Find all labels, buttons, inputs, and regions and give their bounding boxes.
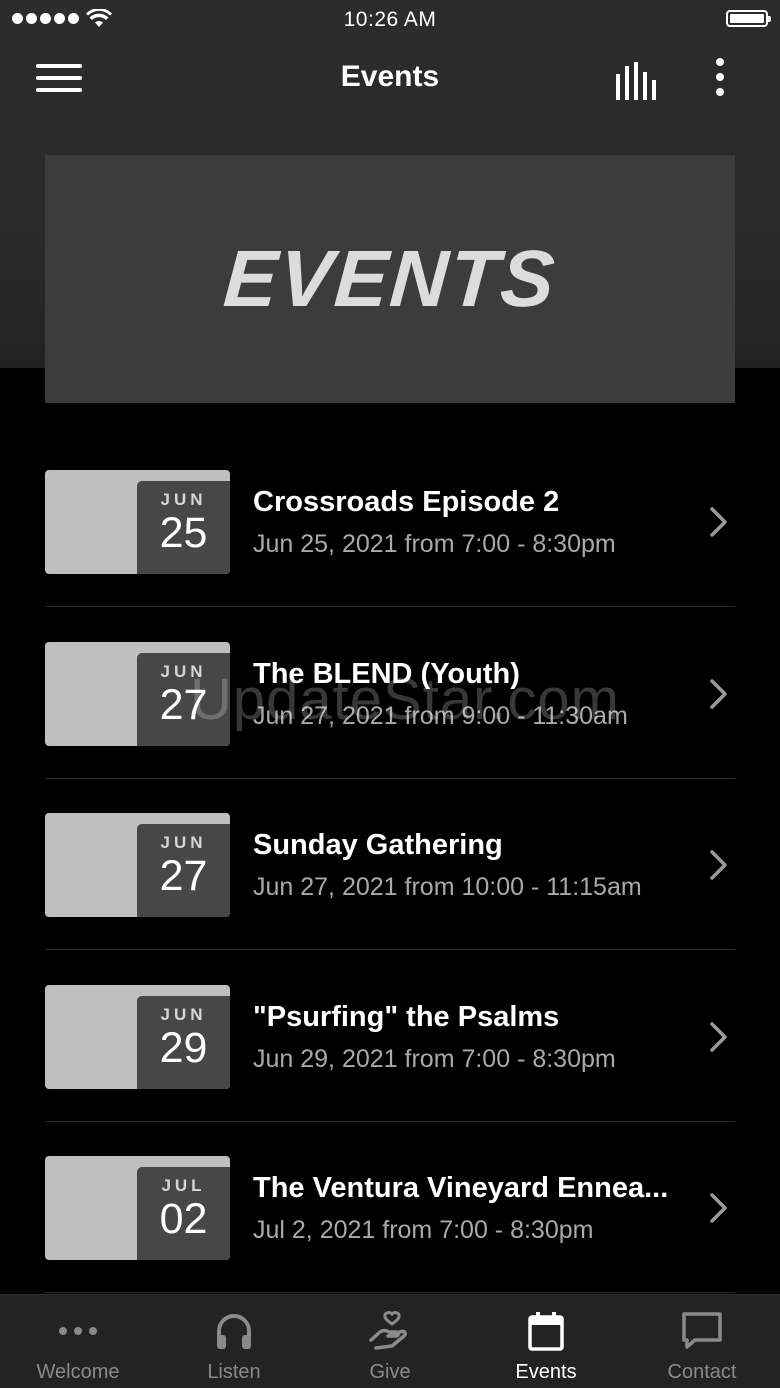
event-title: Sunday Gathering	[253, 829, 503, 861]
event-title: The Ventura Vineyard Ennea...	[253, 1172, 669, 1204]
hand-heart-icon	[369, 1311, 407, 1350]
event-row-ventura-vineyard[interactable]: JUL 02 The Ventura Vineyard Ennea... Jul…	[45, 1156, 735, 1260]
event-time: Jun 29, 2021 from 7:00 - 8:30pm	[253, 1045, 616, 1073]
event-thumbnail: JUN 27	[45, 813, 230, 917]
event-row-psurfing-psalms[interactable]: JUN 29 "Psurfing" the Psalms Jun 29, 202…	[45, 985, 735, 1089]
status-bar: 10:26 AM	[0, 0, 780, 40]
event-thumbnail: JUN 25	[45, 470, 230, 574]
tab-listen[interactable]: Listen	[156, 1295, 312, 1388]
event-row-crossroads[interactable]: JUN 25 Crossroads Episode 2 Jun 25, 2021…	[45, 470, 735, 574]
more-horizontal-icon	[59, 1327, 97, 1335]
banner-text: EVENTS	[220, 234, 560, 323]
event-title: Crossroads Episode 2	[253, 486, 560, 518]
tab-bar: Welcome Listen Give Events Contact	[0, 1294, 780, 1388]
calendar-icon	[528, 1312, 564, 1351]
tab-give[interactable]: Give	[312, 1295, 468, 1388]
date-month: JUN	[160, 833, 207, 852]
event-time: Jun 27, 2021 from 10:00 - 11:15am	[253, 873, 642, 901]
date-badge: JUN 25	[137, 481, 230, 574]
date-month: JUL	[161, 1176, 206, 1195]
battery-icon	[726, 10, 771, 27]
status-time: 10:26 AM	[343, 8, 437, 31]
event-row-the-blend[interactable]: JUN 27 The BLEND (Youth) Jun 27, 2021 fr…	[45, 642, 735, 746]
chat-bubble-icon	[682, 1312, 722, 1349]
divider	[45, 606, 735, 607]
date-day: 27	[159, 852, 208, 900]
tab-contact[interactable]: Contact	[624, 1295, 780, 1388]
tab-label: Listen	[207, 1361, 261, 1383]
date-badge: JUN 27	[137, 824, 230, 917]
date-badge: JUN 27	[137, 653, 230, 746]
date-month: JUN	[160, 490, 207, 509]
more-options-icon[interactable]	[706, 58, 734, 102]
menu-button[interactable]	[36, 64, 82, 96]
chevron-right-icon	[710, 507, 727, 537]
divider	[45, 949, 735, 950]
nav-bar: Events	[0, 40, 780, 120]
tab-label: Events	[515, 1361, 577, 1383]
date-day: 27	[159, 681, 208, 729]
date-month: JUN	[160, 662, 207, 681]
chevron-right-icon	[710, 850, 727, 880]
divider	[45, 1121, 735, 1122]
tab-label: Contact	[667, 1361, 737, 1383]
chevron-right-icon	[710, 1193, 727, 1223]
tab-label: Welcome	[36, 1361, 120, 1383]
event-thumbnail: JUN 29	[45, 985, 230, 1089]
event-time: Jul 2, 2021 from 7:00 - 8:30pm	[253, 1216, 594, 1244]
date-month: JUN	[160, 1005, 207, 1024]
event-thumbnail: JUN 27	[45, 642, 230, 746]
tab-label: Give	[369, 1361, 411, 1383]
date-day: 02	[159, 1195, 208, 1243]
events-banner: EVENTS	[45, 155, 735, 403]
divider	[45, 778, 735, 779]
event-title: The BLEND (Youth)	[253, 658, 520, 690]
chevron-right-icon	[710, 679, 727, 709]
page-title: Events	[340, 60, 440, 93]
headphones-icon	[217, 1314, 251, 1349]
date-badge: JUN 29	[137, 996, 230, 1089]
hamburger-icon	[36, 64, 82, 68]
event-time: Jun 25, 2021 from 7:00 - 8:30pm	[253, 530, 616, 558]
date-badge: JUL 02	[137, 1167, 230, 1260]
divider	[45, 1292, 735, 1293]
event-thumbnail: JUL 02	[45, 1156, 230, 1260]
event-row-sunday-gathering[interactable]: JUN 27 Sunday Gathering Jun 27, 2021 fro…	[45, 813, 735, 917]
chevron-right-icon	[710, 1022, 727, 1052]
date-day: 25	[159, 509, 208, 557]
tab-welcome[interactable]: Welcome	[0, 1295, 156, 1388]
tab-events[interactable]: Events	[468, 1295, 624, 1388]
audio-player-icon[interactable]	[614, 62, 662, 100]
date-day: 29	[159, 1024, 208, 1072]
event-time: Jun 27, 2021 from 9:00 - 11:30am	[253, 702, 628, 730]
event-title: "Psurfing" the Psalms	[253, 1001, 560, 1033]
